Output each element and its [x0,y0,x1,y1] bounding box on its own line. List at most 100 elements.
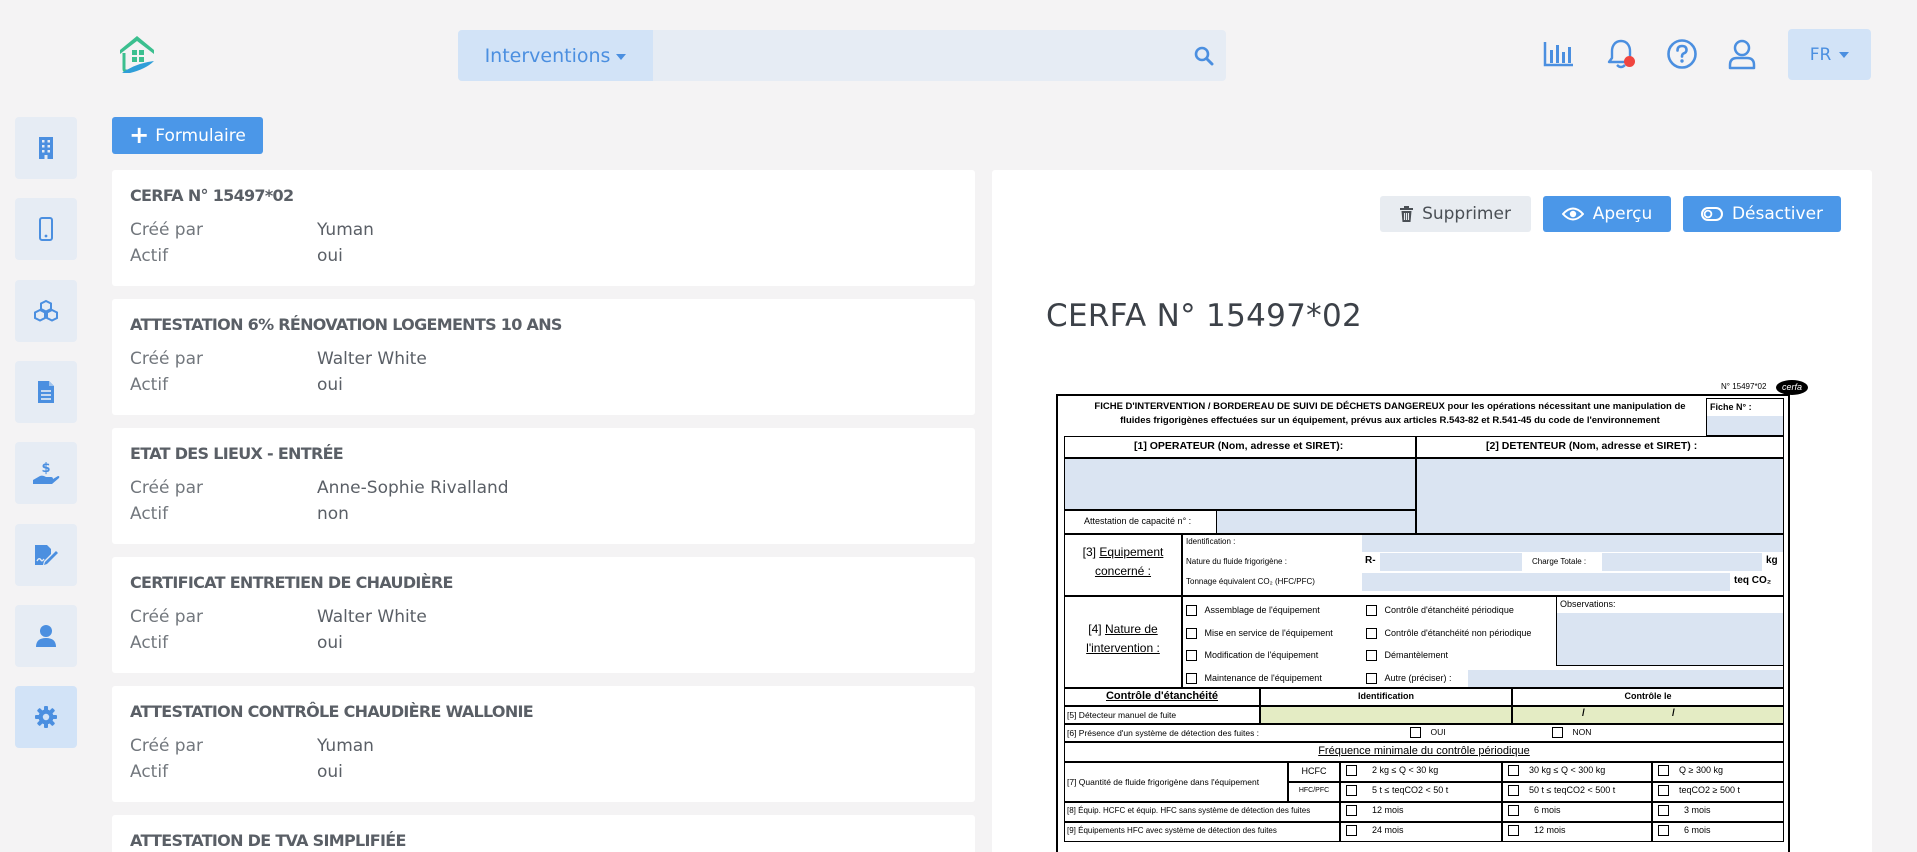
checkbox[interactable] [1658,785,1669,797]
fiche-field[interactable] [1707,416,1783,435]
checkbox[interactable] [1186,650,1197,662]
checkbox[interactable] [1186,605,1197,617]
hcfc-label: HCFC [1301,766,1327,776]
presence-oui[interactable]: OUI [1410,727,1446,739]
tonnage-field[interactable] [1362,573,1730,591]
sidebar-item-documents[interactable] [15,361,77,423]
sidebar-item-signatures[interactable] [15,524,77,586]
period-option[interactable]: 6 mois [1508,805,1561,817]
nature-option[interactable]: Contrôle d'étanchéité non périodique [1366,622,1531,645]
nature-option[interactable]: Maintenance de l'équipement [1186,667,1333,690]
search-category-label: Interventions [484,44,611,67]
form-card[interactable]: ATTESTATION 6% RÉNOVATION LOGEMENTS 10 A… [112,299,975,415]
checkbox[interactable] [1186,672,1197,684]
delete-button[interactable]: Supprimer [1380,196,1531,232]
language-selector[interactable]: FR [1788,29,1871,80]
add-form-label: Formulaire [155,125,246,146]
checkbox[interactable] [1508,805,1519,817]
nature-option[interactable]: Démantèlement [1366,644,1531,667]
observations-field[interactable] [1557,613,1783,665]
checkbox[interactable] [1552,727,1563,739]
detecteur-id-field[interactable] [1260,706,1512,724]
fluide-field[interactable] [1380,553,1522,571]
kg-unit: kg [1766,555,1778,566]
form-title: ATTESTATION DE TVA SIMPLIFIÉE [130,831,406,850]
checkbox[interactable] [1366,672,1377,684]
form-title: ETAT DES LIEUX - ENTRÉE [130,444,344,463]
gear-icon [35,706,57,728]
charge-field[interactable] [1602,553,1762,571]
threshold-option[interactable]: Q ≥ 300 kg [1658,765,1723,777]
option-label: Démantèlement [1384,650,1449,660]
notifications-button[interactable] [1601,34,1641,74]
form-card[interactable]: CERTIFICAT ENTRETIEN DE CHAUDIÈRE Créé p… [112,557,975,673]
period-label: 6 mois [1684,825,1711,835]
checkbox[interactable] [1508,785,1519,797]
form-card[interactable]: ETAT DES LIEUX - ENTRÉE Créé par Anne-Sop… [112,428,975,544]
preview-button[interactable]: Aperçu [1543,196,1671,232]
threshold-option[interactable]: 2 kg ≤ Q < 30 kg [1346,765,1439,777]
identification-col-label: Identification [1358,691,1414,701]
checkbox[interactable] [1346,825,1357,837]
profile-button[interactable] [1722,34,1762,74]
sidebar-item-devices[interactable] [15,198,77,260]
checkbox[interactable] [1658,805,1669,817]
nature-option[interactable]: Modification de l'équipement [1186,644,1333,667]
checkbox[interactable] [1410,727,1421,739]
threshold-option[interactable]: 5 t ≤ teqCO2 < 50 t [1346,785,1448,797]
deactivate-label: Désactiver [1731,204,1824,224]
help-button[interactable] [1662,34,1702,74]
checkbox[interactable] [1346,765,1357,777]
period-option[interactable]: 24 mois [1346,825,1404,837]
presence-non[interactable]: NON [1552,727,1591,739]
checkbox[interactable] [1346,805,1357,817]
nature-option[interactable]: Assemblage de l'équipement [1186,599,1333,622]
checkbox[interactable] [1366,627,1377,639]
nature-option[interactable]: Mise en service de l'équipement [1186,622,1333,645]
threshold-option[interactable]: teqCO2 ≥ 500 t [1658,785,1740,797]
checkbox[interactable] [1658,765,1669,777]
search-button[interactable] [1182,30,1226,81]
checkbox[interactable] [1346,785,1357,797]
created-by-label: Créé par [130,478,204,498]
search-input[interactable] [653,30,1182,81]
form-card[interactable]: ATTESTATION CONTRÔLE CHAUDIÈRE WALLONIE … [112,686,975,802]
sidebar-item-equipment[interactable] [15,280,77,342]
detecteur-date-field[interactable] [1512,706,1784,724]
add-form-button[interactable]: + Formulaire [112,117,263,154]
nature-option[interactable]: Contrôle d'étanchéité périodique [1366,599,1531,622]
period-option[interactable]: 12 mois [1346,805,1404,817]
period-option[interactable]: 6 mois [1658,825,1711,837]
teq-unit: teq CO₂ [1734,575,1772,586]
active-label: Actif [130,633,169,653]
sidebar-item-billing[interactable]: $ [15,442,77,504]
checkbox[interactable] [1508,765,1519,777]
threshold-option[interactable]: 30 kg ≤ Q < 300 kg [1508,765,1605,777]
threshold-option[interactable]: 50 t ≤ teqCO2 < 500 t [1508,785,1615,797]
checkbox[interactable] [1658,825,1669,837]
sidebar-item-buildings[interactable] [15,117,77,179]
deactivate-button[interactable]: Désactiver [1683,196,1841,232]
checkbox[interactable] [1366,605,1377,617]
operateur-field[interactable] [1064,458,1416,510]
sidebar-item-users[interactable] [15,605,77,667]
sidebar-item-settings[interactable] [15,686,77,748]
autre-field[interactable] [1468,670,1783,687]
form-card[interactable]: ATTESTATION DE TVA SIMPLIFIÉE [112,815,975,852]
statistics-button[interactable] [1539,34,1579,74]
checkbox[interactable] [1186,627,1197,639]
detenteur-field[interactable] [1416,458,1784,534]
checkbox[interactable] [1366,650,1377,662]
attestation-field[interactable] [1216,511,1415,533]
eye-icon [1561,207,1584,221]
period-option[interactable]: 3 mois [1658,805,1711,817]
created-by-value: Anne-Sophie Rivalland [317,478,509,498]
threshold-label: 2 kg ≤ Q < 30 kg [1372,765,1439,775]
checkbox[interactable] [1508,825,1519,837]
active-label: Actif [130,504,169,524]
search-category-dropdown[interactable]: Interventions [458,30,653,81]
search-bar: Interventions [458,30,1226,81]
form-card[interactable]: CERFA N° 15497*02 Créé par Yuman Actif oui [112,170,975,286]
identification-field[interactable] [1362,535,1783,552]
period-option[interactable]: 12 mois [1508,825,1566,837]
